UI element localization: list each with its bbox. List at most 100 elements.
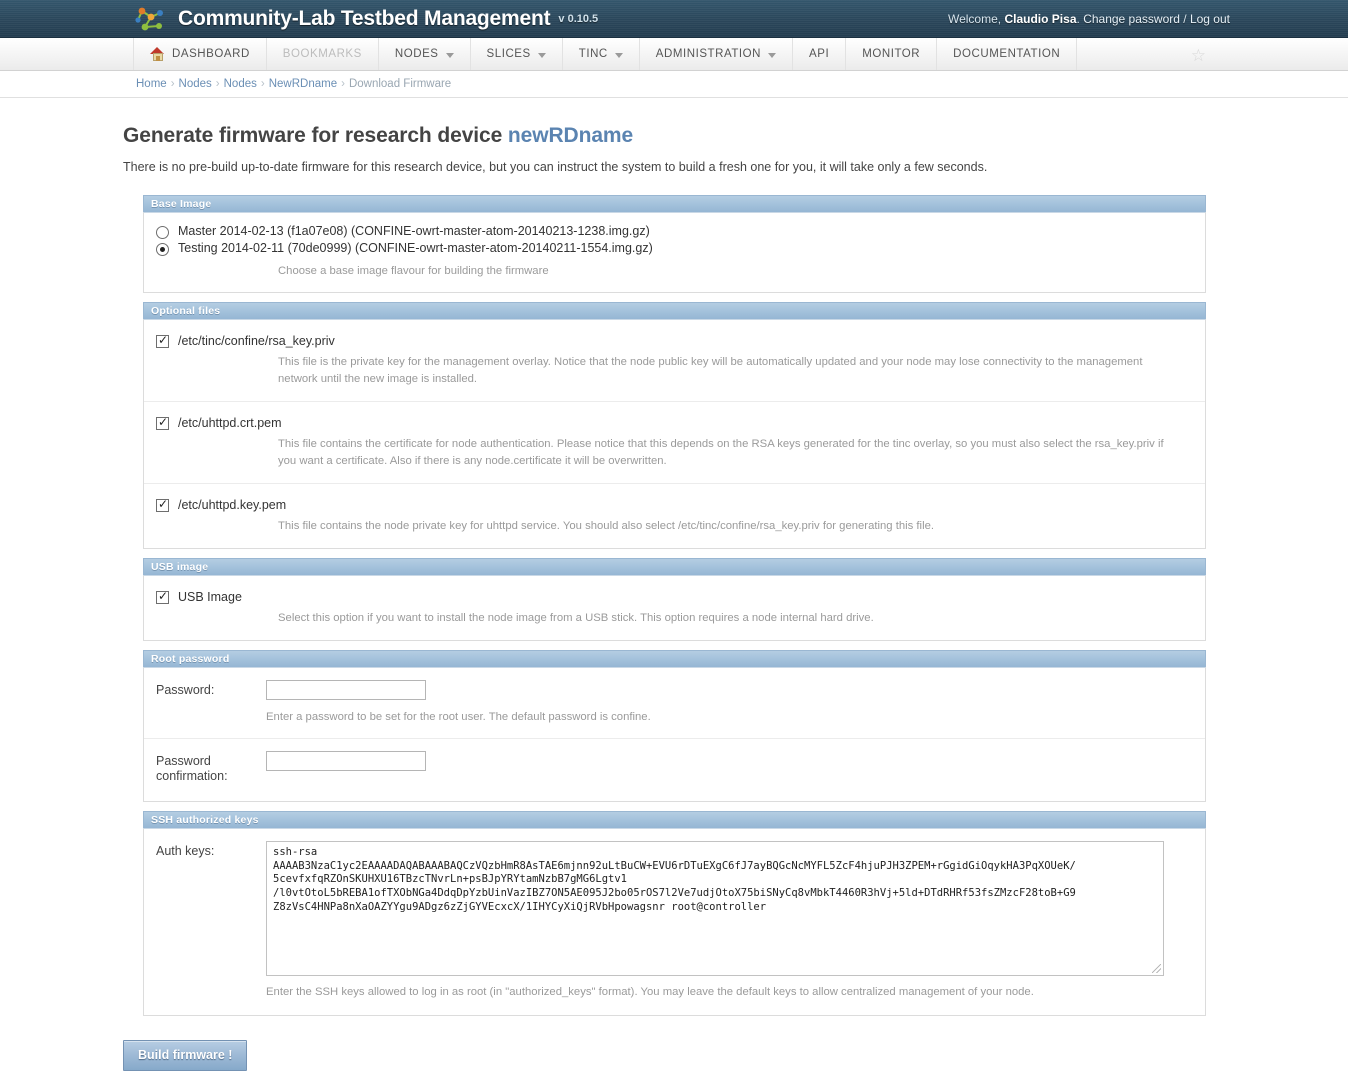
nav-item-documentation[interactable]: DOCUMENTATION bbox=[937, 38, 1077, 70]
page-title-prefix: Generate firmware for research device bbox=[123, 124, 502, 147]
fieldset-body-base-image: Master 2014-02-13 (f1a07e08) (CONFINE-ow… bbox=[143, 212, 1206, 293]
network-nodes-logo bbox=[133, 4, 169, 34]
breadcrumb-separator: › bbox=[341, 78, 345, 90]
breadcrumb-item-nodes-1[interactable]: Nodes bbox=[179, 78, 212, 90]
checkbox-key-pem-label: /etc/uhttpd.key.pem bbox=[178, 498, 286, 512]
nav-item-monitor[interactable]: MONITOR bbox=[846, 38, 937, 70]
base-image-options: Master 2014-02-13 (f1a07e08) (CONFINE-ow… bbox=[144, 213, 1205, 292]
chevron-down-icon bbox=[615, 53, 623, 58]
page-intro-text: There is no pre-build up-to-date firmwar… bbox=[123, 160, 1348, 174]
nav-label: NODES bbox=[395, 48, 439, 60]
build-firmware-button[interactable]: Build firmware ! bbox=[123, 1040, 247, 1071]
ssh-keys-row: Auth keys: ssh-rsa AAAAB3NzaC1yc2EAAAADA… bbox=[144, 829, 1205, 1015]
breadcrumb-separator: › bbox=[261, 78, 265, 90]
usb-image-row: USB Image Select this option if you want… bbox=[144, 576, 1205, 640]
page-title-device: newRDname bbox=[508, 124, 633, 147]
checkbox-rsa-key-icon[interactable] bbox=[156, 335, 169, 348]
nav-item-tinc[interactable]: TINC bbox=[563, 38, 640, 70]
optional-file-help-rsa-key: This file is the private key for the man… bbox=[278, 354, 1183, 388]
radio-testing-icon[interactable] bbox=[156, 243, 169, 256]
nav-item-bookmarks[interactable]: BOOKMARKS bbox=[267, 38, 379, 70]
page-title: Generate firmware for research device ne… bbox=[123, 124, 1348, 148]
optional-file-row-key-pem: /etc/uhttpd.key.pem This file contains t… bbox=[144, 484, 1205, 548]
password-confirmation-label: Password confirmation: bbox=[156, 751, 266, 785]
checkbox-crt-pem-label: /etc/uhttpd.crt.pem bbox=[178, 416, 282, 430]
checkbox-usb-image-label: USB Image bbox=[178, 590, 242, 604]
fieldset-optional-files: Optional files /etc/tinc/confine/rsa_key… bbox=[143, 302, 1206, 549]
textarea-resize-handle[interactable] bbox=[1152, 964, 1161, 973]
checkbox-crt-pem[interactable]: /etc/uhttpd.crt.pem bbox=[156, 416, 1193, 430]
auth-keys-textarea[interactable]: ssh-rsa AAAAB3NzaC1yc2EAAAADAQABAAABAQCz… bbox=[266, 841, 1164, 976]
optional-file-row-rsa-key: /etc/tinc/confine/rsa_key.priv This file… bbox=[144, 320, 1205, 402]
breadcrumb-item-home[interactable]: Home bbox=[136, 78, 167, 90]
nav-items: DASHBOARD BOOKMARKS NODES SLICES TINC AD… bbox=[133, 38, 1077, 70]
fieldset-root-password: Root password Password: Enter a password… bbox=[143, 650, 1206, 802]
radio-master-label: Master 2014-02-13 (f1a07e08) (CONFINE-ow… bbox=[178, 224, 650, 238]
nav-item-slices[interactable]: SLICES bbox=[471, 38, 563, 70]
password-field-row: Password: bbox=[144, 668, 1205, 700]
page-content: Generate firmware for research device ne… bbox=[0, 124, 1348, 1071]
radio-option-testing[interactable]: Testing 2014-02-11 (70de0999) (CONFINE-o… bbox=[156, 241, 1193, 256]
nav-label: SLICES bbox=[487, 48, 531, 60]
checkbox-rsa-key-label: /etc/tinc/confine/rsa_key.priv bbox=[178, 334, 335, 348]
nav-item-administration[interactable]: ADMINISTRATION bbox=[640, 38, 793, 70]
checkbox-usb-image[interactable]: USB Image bbox=[156, 590, 1193, 604]
nav-label: API bbox=[809, 48, 829, 60]
radio-option-master[interactable]: Master 2014-02-13 (f1a07e08) (CONFINE-ow… bbox=[156, 224, 1193, 239]
chevron-down-icon bbox=[538, 53, 546, 58]
fieldset-body-usb-image: USB Image Select this option if you want… bbox=[143, 575, 1206, 641]
breadcrumb-item-newrdname[interactable]: NewRDname bbox=[269, 78, 337, 90]
nav-item-nodes[interactable]: NODES bbox=[379, 38, 471, 70]
top-header-bar: Community-Lab Testbed Management v 0.10.… bbox=[0, 0, 1348, 38]
nav-label: DOCUMENTATION bbox=[953, 48, 1060, 60]
nav-label: BOOKMARKS bbox=[283, 48, 362, 60]
star-icon[interactable]: ☆ bbox=[1191, 47, 1206, 64]
radio-master-icon[interactable] bbox=[156, 226, 169, 239]
user-name: Claudio Pisa bbox=[1004, 12, 1076, 26]
password-confirmation-input[interactable] bbox=[266, 751, 426, 771]
optional-file-help-crt-pem: This file contains the certificate for n… bbox=[278, 436, 1183, 470]
nav-label: DASHBOARD bbox=[172, 48, 250, 60]
welcome-text: Welcome, bbox=[948, 12, 1001, 26]
base-image-help: Choose a base image flavour for building… bbox=[278, 263, 1183, 280]
chevron-down-icon bbox=[446, 53, 454, 58]
fieldset-legend-base-image: Base Image bbox=[143, 195, 1206, 212]
logout-link[interactable]: Log out bbox=[1190, 12, 1230, 26]
welcome-separator: . bbox=[1077, 12, 1080, 26]
nav-item-api[interactable]: API bbox=[793, 38, 846, 70]
radio-testing-label: Testing 2014-02-11 (70de0999) (CONFINE-o… bbox=[178, 241, 653, 255]
password-input[interactable] bbox=[266, 680, 426, 700]
optional-file-row-crt-pem: /etc/uhttpd.crt.pem This file contains t… bbox=[144, 402, 1205, 484]
password-confirmation-row: Password confirmation: bbox=[144, 739, 1205, 801]
brand-title: Community-Lab Testbed Management bbox=[178, 7, 550, 31]
user-session-area: Welcome, Claudio Pisa. Change password /… bbox=[948, 12, 1230, 26]
auth-keys-label: Auth keys: bbox=[156, 841, 266, 860]
chevron-down-icon bbox=[768, 53, 776, 58]
checkbox-usb-image-icon[interactable] bbox=[156, 591, 169, 604]
fieldset-legend-root-password: Root password bbox=[143, 650, 1206, 667]
password-help: Enter a password to be set for the root … bbox=[266, 709, 1171, 726]
link-separator: / bbox=[1183, 12, 1186, 26]
fieldset-legend-usb-image: USB image bbox=[143, 558, 1206, 575]
password-confirmation-field-row: Password confirmation: bbox=[144, 739, 1205, 785]
checkbox-rsa-key[interactable]: /etc/tinc/confine/rsa_key.priv bbox=[156, 334, 1193, 348]
fieldset-body-ssh-keys: Auth keys: ssh-rsa AAAAB3NzaC1yc2EAAAADA… bbox=[143, 828, 1206, 1016]
checkbox-key-pem[interactable]: /etc/uhttpd.key.pem bbox=[156, 498, 1193, 512]
nav-item-dashboard[interactable]: DASHBOARD bbox=[133, 38, 267, 70]
fieldset-body-root-password: Password: Enter a password to be set for… bbox=[143, 667, 1206, 802]
breadcrumb: Home›Nodes›Nodes›NewRDname›Download Firm… bbox=[136, 78, 451, 90]
fieldset-usb-image: USB image USB Image Select this option i… bbox=[143, 558, 1206, 641]
checkbox-crt-pem-icon[interactable] bbox=[156, 417, 169, 430]
fieldset-legend-ssh-keys: SSH authorized keys bbox=[143, 811, 1206, 828]
breadcrumb-bar: Home›Nodes›Nodes›NewRDname›Download Firm… bbox=[0, 71, 1348, 98]
breadcrumb-separator: › bbox=[171, 78, 175, 90]
change-password-link[interactable]: Change password bbox=[1083, 12, 1180, 26]
breadcrumb-item-nodes-2[interactable]: Nodes bbox=[224, 78, 257, 90]
brand-version: v 0.10.5 bbox=[558, 13, 598, 25]
checkbox-key-pem-icon[interactable] bbox=[156, 499, 169, 512]
ssh-keys-field-row: Auth keys: ssh-rsa AAAAB3NzaC1yc2EAAAADA… bbox=[144, 829, 1205, 976]
usb-image-help: Select this option if you want to instal… bbox=[278, 610, 1183, 627]
fieldset-body-optional-files: /etc/tinc/confine/rsa_key.priv This file… bbox=[143, 319, 1206, 549]
main-navigation-bar: DASHBOARD BOOKMARKS NODES SLICES TINC AD… bbox=[0, 38, 1348, 71]
ssh-keys-help: Enter the SSH keys allowed to log in as … bbox=[266, 984, 1205, 1001]
